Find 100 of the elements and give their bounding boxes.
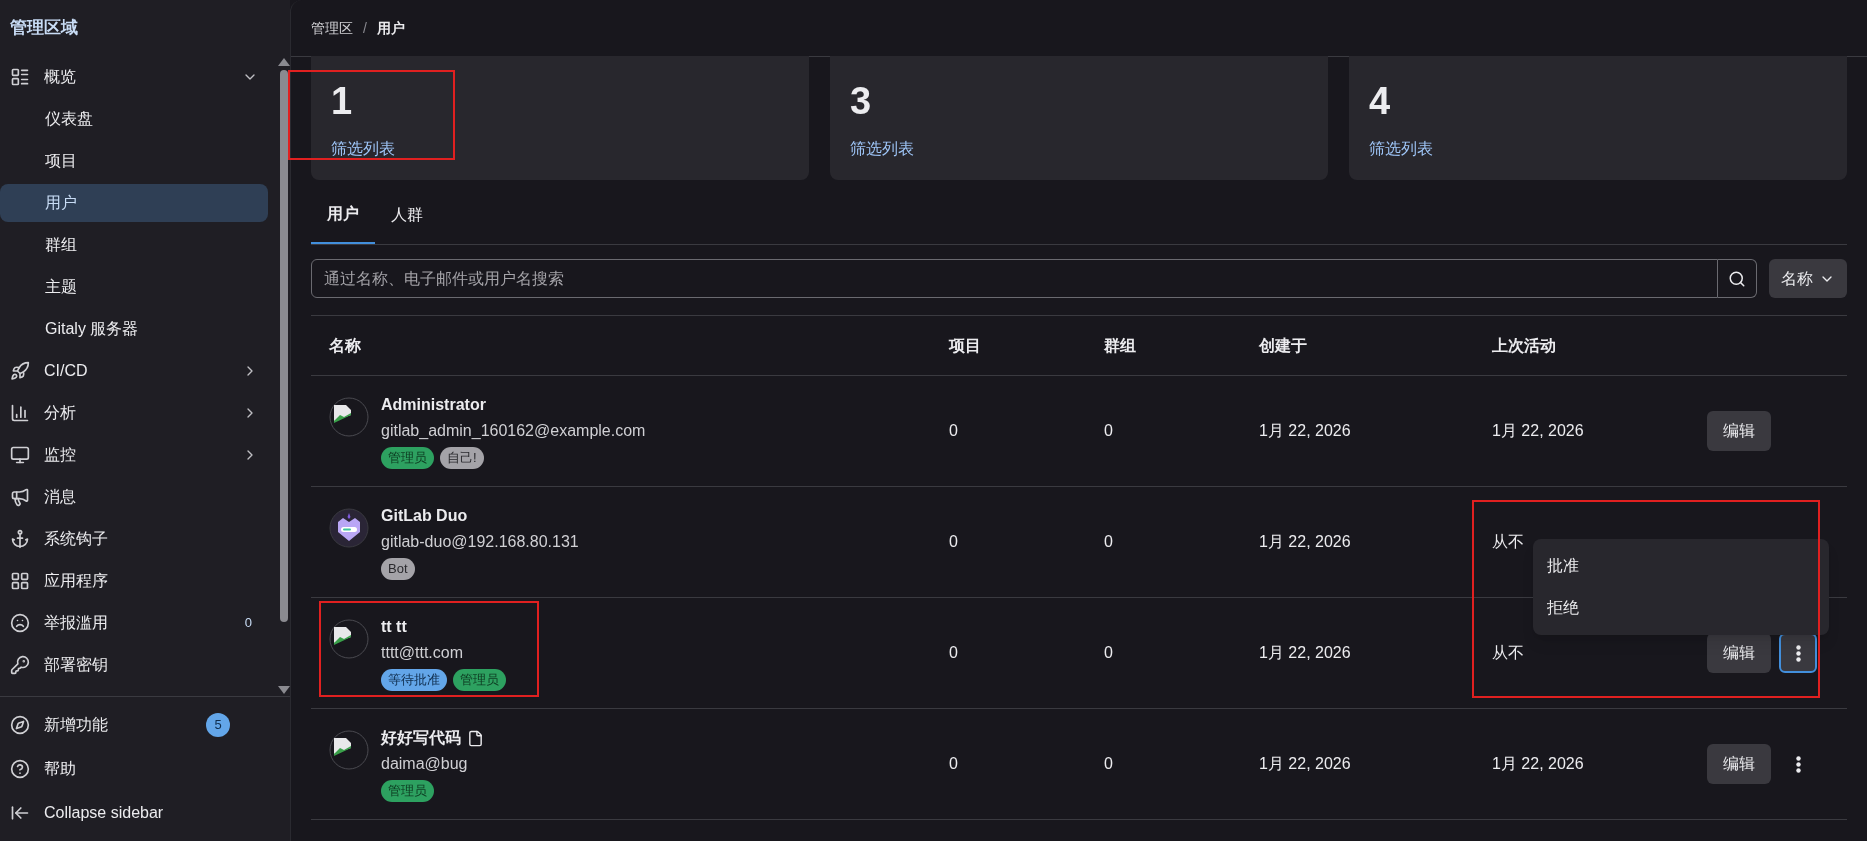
table-cell-text: 0 (1103, 754, 1114, 774)
anchor-icon (10, 529, 30, 549)
sidebar-item-label: 消息 (44, 487, 77, 507)
menu-item[interactable]: 拒绝 (1533, 587, 1829, 629)
megaphone-icon (10, 487, 30, 507)
sidebar-subitem[interactable]: Gitaly 服务器 (0, 310, 268, 348)
user-email: tttt@ttt.com (381, 643, 465, 663)
sad-face-icon (10, 613, 30, 633)
sidebar-footer-item[interactable]: Collapse sidebar (0, 791, 290, 835)
sidebar-subitem[interactable]: 用户 (0, 184, 268, 222)
breadcrumb-link[interactable]: 用户 (376, 17, 405, 39)
broken-image-avatar-icon (329, 397, 369, 437)
user-email: daima@bug (381, 754, 469, 774)
list-icon (10, 67, 30, 87)
user-badge: 等待批准 (381, 669, 447, 691)
table-cell-text: 0 (948, 421, 959, 441)
sidebar-item-label: 应用程序 (44, 571, 109, 591)
table-cell-text: 从不 (1491, 643, 1525, 663)
monitor-icon (10, 445, 30, 465)
breadcrumb-separator: / (363, 18, 367, 38)
sidebar-subitem[interactable]: 群组 (0, 226, 268, 264)
sidebar-title: 管理区域 (10, 17, 78, 40)
table-cell-text: 1月 22, 2026 (1258, 754, 1352, 774)
compass-icon (10, 715, 30, 735)
filter-link[interactable]: 筛选列表 (850, 137, 914, 161)
sidebar-subitem[interactable]: 项目 (0, 142, 268, 180)
search-button[interactable] (1718, 259, 1757, 298)
tab[interactable]: 人群 (375, 186, 439, 244)
user-name[interactable]: GitLab Duo (381, 504, 468, 528)
more-button[interactable] (1779, 633, 1817, 673)
table-cell-text: 0 (948, 643, 959, 663)
sidebar-item-label: 概览 (44, 67, 77, 87)
bar-chart-icon (10, 403, 30, 423)
sidebar-item[interactable]: 部署密钥 (0, 644, 268, 686)
help-icon (10, 759, 30, 779)
column-header: 名称 (328, 335, 362, 356)
grid-icon (10, 571, 30, 591)
search-field[interactable]: 通过名称、电子邮件或用户名搜索 (311, 259, 1718, 298)
user-badge: 管理员 (381, 447, 434, 469)
user-badge: 自己! (440, 447, 484, 469)
stat-value: 3 (850, 79, 873, 124)
edit-button[interactable]: 编辑 (1707, 411, 1771, 451)
sidebar-item[interactable]: 举报滥用 0 (0, 602, 268, 644)
column-header: 群组 (1103, 335, 1137, 356)
table-cell-text: 0 (1103, 421, 1114, 441)
sidebar-subitem[interactable]: 仪表盘 (0, 100, 268, 138)
table-cell-text: 0 (1103, 532, 1114, 552)
count: 0 (244, 614, 252, 633)
more-icon (1795, 644, 1801, 662)
count-badge: 5 (206, 713, 230, 737)
rocket-icon (10, 361, 30, 381)
broken-image-avatar-icon (329, 619, 369, 659)
column-header: 创建于 (1258, 335, 1308, 356)
sidebar-item-label: 监控 (44, 445, 77, 465)
sidebar-item[interactable]: 应用程序 (0, 560, 268, 602)
sidebar-item[interactable]: 概览 (0, 56, 268, 98)
sidebar-footer-item[interactable]: 帮助 (0, 747, 290, 791)
stat-value: 1 (331, 79, 354, 124)
table-cell-text: 1月 22, 2026 (1258, 532, 1352, 552)
user-badge: Bot (381, 558, 415, 580)
more-icon (1795, 755, 1801, 773)
broken-image-avatar-icon (329, 730, 369, 770)
filter-link[interactable]: 筛选列表 (1369, 137, 1433, 161)
user-email: gitlab-duo@192.168.80.131 (381, 532, 579, 552)
key-icon (10, 655, 30, 675)
sidebar-item-label: 系统钩子 (44, 529, 109, 549)
sidebar-footer-item[interactable]: 新增功能 5 (0, 703, 290, 747)
user-email: gitlab_admin_160162@example.com (381, 421, 646, 441)
sidebar-item-label: 帮助 (44, 759, 77, 779)
edit-button[interactable]: 编辑 (1707, 744, 1771, 784)
sidebar-item[interactable]: CI/CD (0, 350, 268, 392)
user-name[interactable]: tt tt (381, 615, 407, 639)
table-cell-text: 0 (1103, 643, 1114, 663)
tab[interactable]: 用户 (311, 186, 375, 244)
stat-value: 4 (1369, 79, 1392, 124)
bot-avatar-icon (329, 508, 369, 548)
sidebar-subitem[interactable]: 主题 (0, 268, 268, 306)
edit-button[interactable]: 编辑 (1707, 633, 1771, 673)
table-cell-text: 1月 22, 2026 (1258, 421, 1352, 441)
column-header: 上次活动 (1491, 335, 1557, 356)
sort-dropdown[interactable]: 名称 (1769, 259, 1847, 298)
menu-item[interactable]: 批准 (1533, 545, 1829, 587)
sidebar-item-label: 部署密钥 (44, 655, 109, 675)
sidebar-item[interactable]: 分析 (0, 392, 268, 434)
table-cell-text: 从不 (1491, 532, 1525, 552)
filter-link[interactable]: 筛选列表 (331, 137, 395, 161)
sidebar-item-label: 举报滥用 (44, 613, 109, 633)
table-cell-text: 0 (948, 532, 959, 552)
sidebar-item[interactable]: 系统钩子 (0, 518, 268, 560)
breadcrumb-link[interactable]: 管理区 (311, 17, 353, 39)
sidebar-item[interactable]: 消息 (0, 476, 268, 518)
sidebar-item-label: 分析 (44, 403, 77, 423)
table-cell-text: 1月 22, 2026 (1491, 421, 1585, 441)
user-name[interactable]: 好好写代码 (381, 726, 461, 750)
user-badge: 管理员 (381, 780, 434, 802)
sidebar-item[interactable]: 监控 (0, 434, 268, 476)
table-cell-text: 0 (948, 754, 959, 774)
sidebar-item-label: Collapse sidebar (44, 803, 165, 823)
table-cell-text: 1月 22, 2026 (1258, 643, 1352, 663)
user-name[interactable]: Administrator (381, 393, 486, 417)
